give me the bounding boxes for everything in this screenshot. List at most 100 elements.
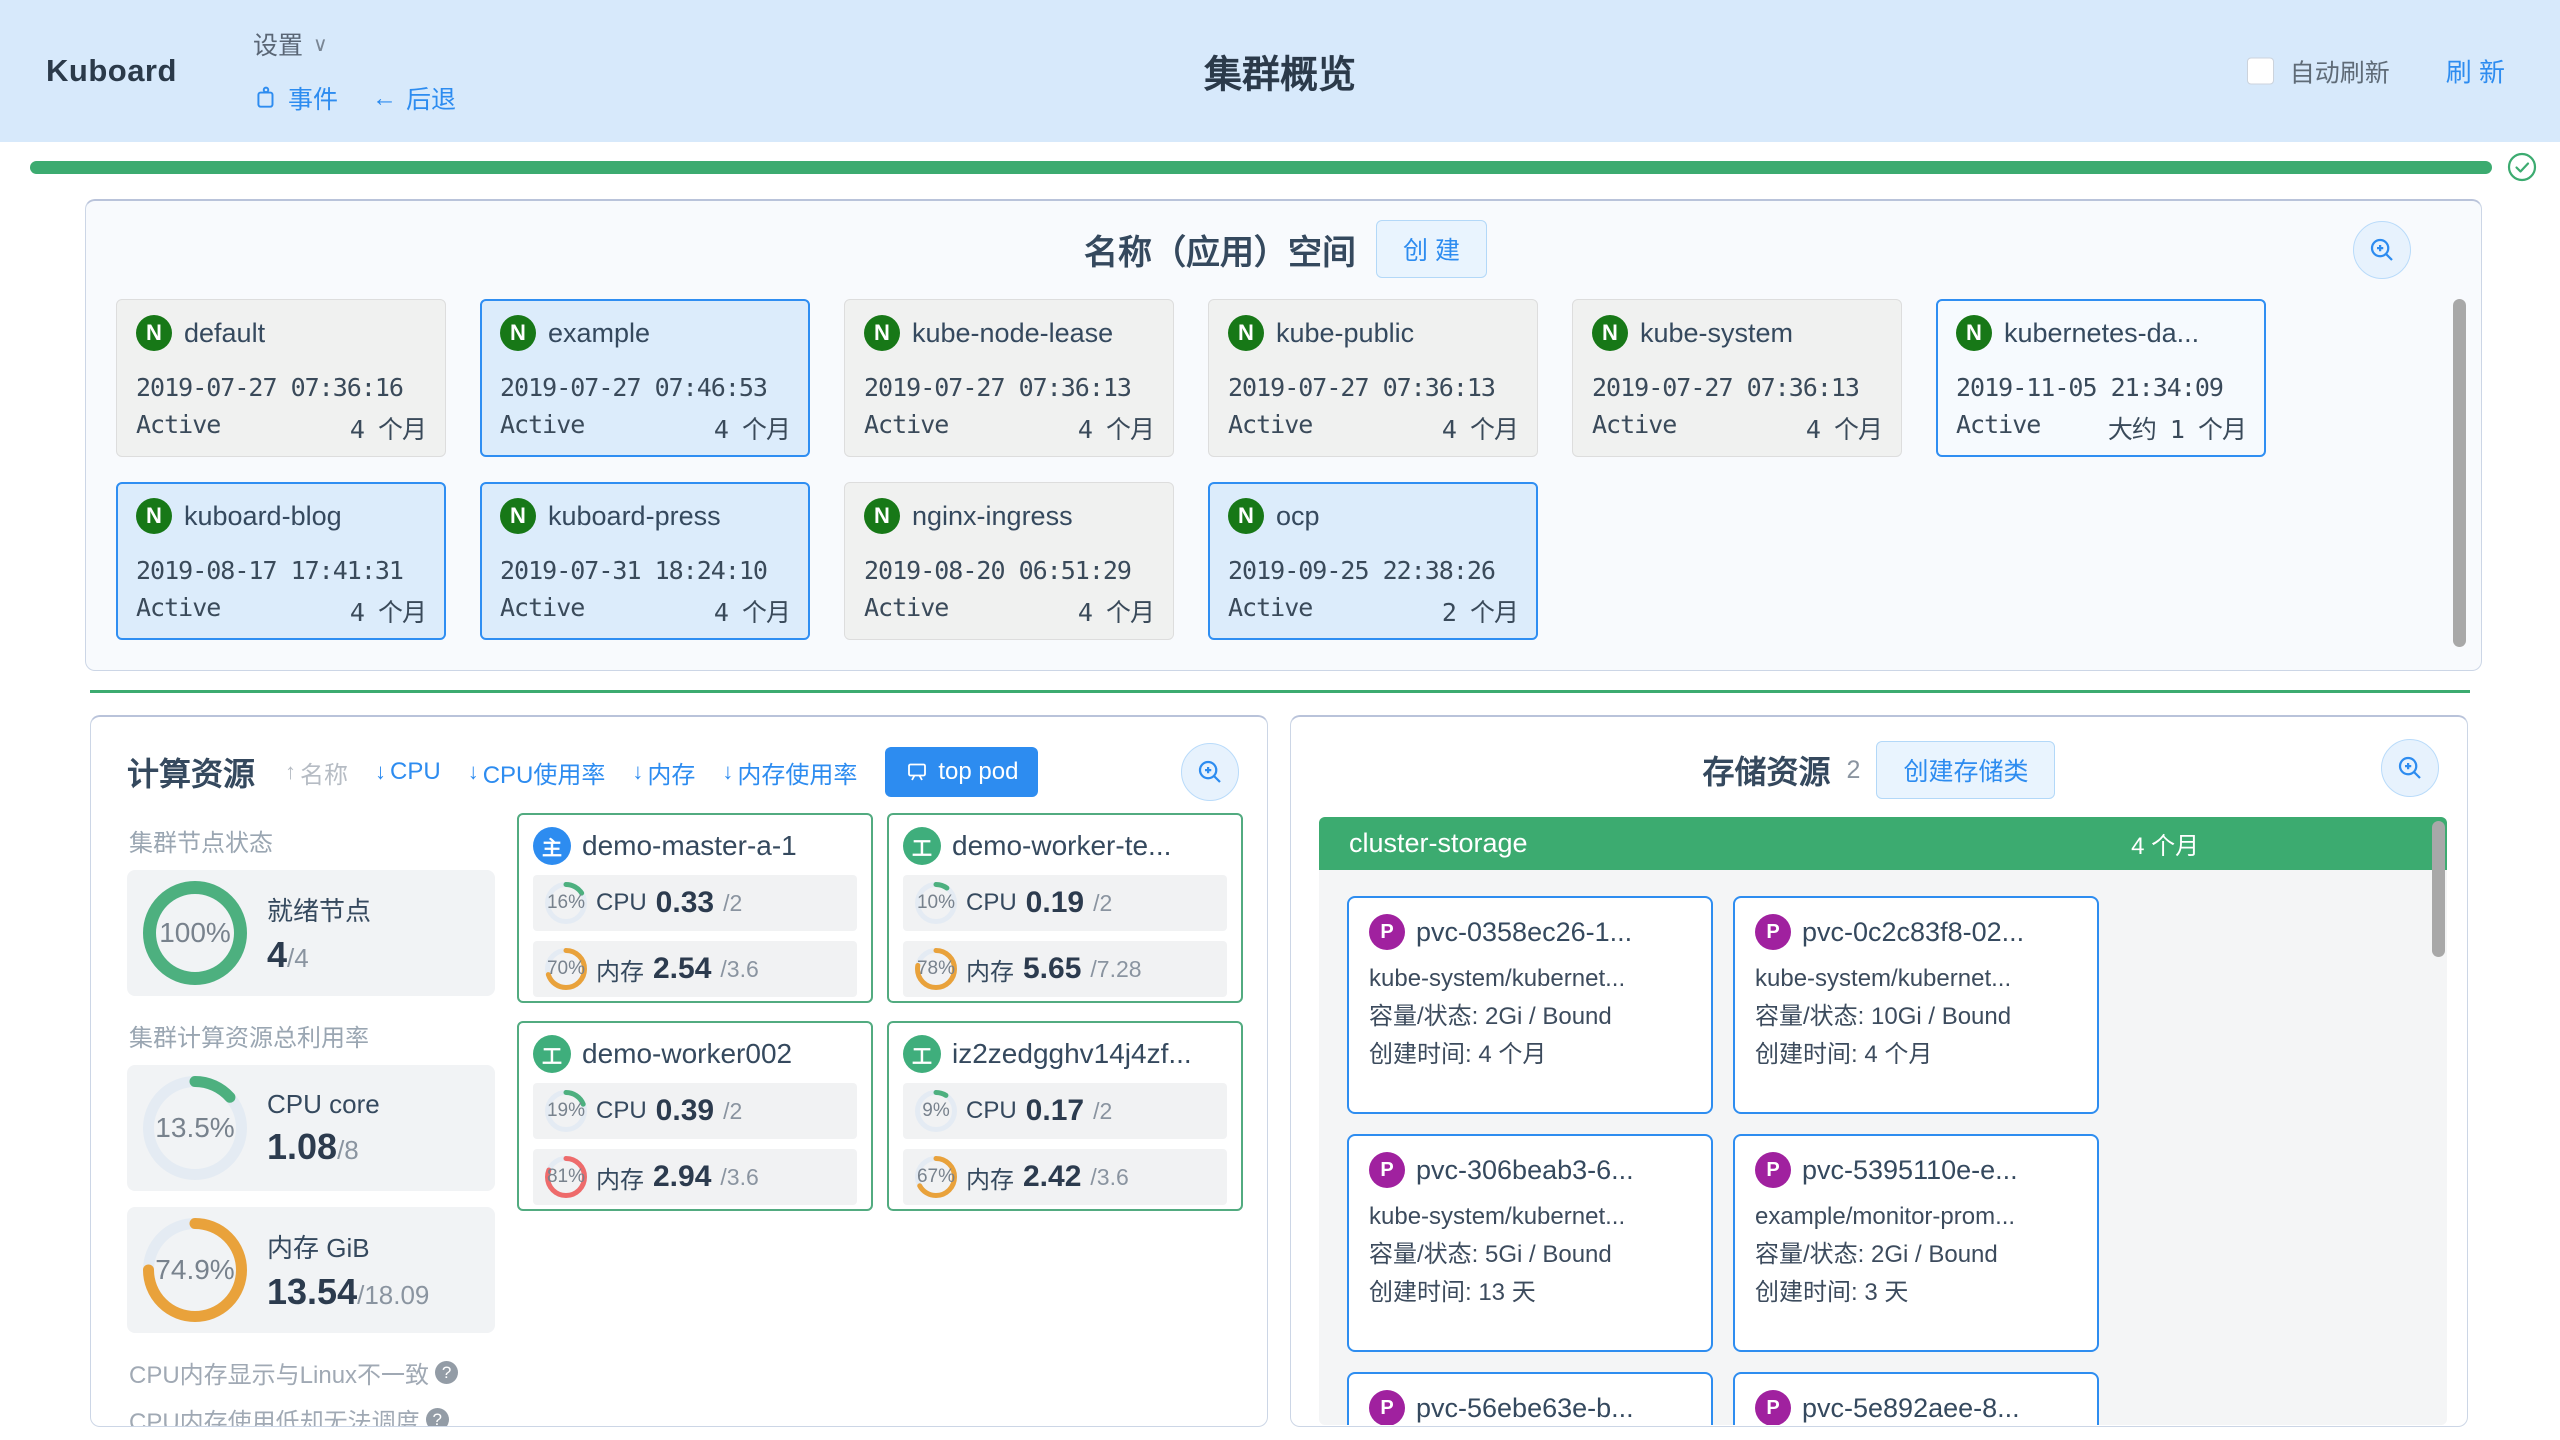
storage-scrollbar[interactable] <box>2432 821 2445 957</box>
events-link[interactable]: 事件 <box>253 80 338 116</box>
node-cpu-label: CPU <box>596 889 647 917</box>
namespace-card[interactable]: N nginx-ingress 2019-08-20 06:51:29 Acti… <box>844 482 1174 640</box>
namespaces-panel: 名称（应用）空间 创 建 N default 2019-07-27 07:36:… <box>85 199 2482 671</box>
ready-pct: 100% <box>159 917 231 949</box>
sort-label: CPU使用率 <box>483 755 606 790</box>
node-memory-total: /3.6 <box>720 1164 758 1191</box>
namespace-status: Active <box>1228 410 1312 446</box>
settings-label: 设置 <box>253 26 303 62</box>
node-cpu-value: 0.17 <box>1026 1094 1084 1128</box>
pvc-card[interactable]: P pvc-5e892aee-8... example/monitor-prom… <box>1733 1372 2099 1425</box>
node-memory-value: 2.42 <box>1023 1160 1081 1194</box>
worker-node-icon: 工 <box>903 827 941 865</box>
namespace-age: 4 个月 <box>1078 593 1154 629</box>
node-cpu-label: CPU <box>596 1097 647 1125</box>
node-memory-pct: 81% <box>547 1166 585 1188</box>
namespace-card[interactable]: N default 2019-07-27 07:36:16 Active 4 个… <box>116 299 446 457</box>
pvc-icon: P <box>1755 1152 1791 1188</box>
footnote-link[interactable]: CPU内存显示与Linux不一致 ? <box>129 1355 495 1390</box>
sort-by-memory[interactable]: ↓ 内存 <box>632 755 695 790</box>
storage-zoom-button[interactable] <box>2381 739 2439 797</box>
namespace-icon: N <box>500 498 536 534</box>
namespace-name: nginx-ingress <box>912 501 1073 532</box>
namespace-icon: N <box>864 498 900 534</box>
namespace-status: Active <box>136 593 220 629</box>
pvc-icon: P <box>1369 1390 1405 1425</box>
page-title: 集群概览 <box>1204 44 1356 99</box>
utilization-label: 集群计算资源总利用率 <box>129 1018 495 1053</box>
namespace-card[interactable]: N kuboard-press 2019-07-31 18:24:10 Acti… <box>480 482 810 640</box>
node-name: demo-worker-te... <box>952 830 1171 862</box>
node-cpu-ring: 16% <box>545 882 587 924</box>
namespace-status: Active <box>500 410 584 446</box>
sort-by-memory-usage[interactable]: ↓ 内存使用率 <box>722 755 857 790</box>
ready-value: 4 <box>267 934 287 975</box>
footnote-text: CPU内存显示与Linux不一致 <box>129 1355 429 1390</box>
pvc-card[interactable]: P pvc-306beab3-6... kube-system/kubernet… <box>1347 1134 1713 1352</box>
create-namespace-button[interactable]: 创 建 <box>1376 220 1487 278</box>
namespaces-scrollbar[interactable] <box>2453 299 2466 647</box>
namespace-icon: N <box>864 315 900 351</box>
storage-class-age: 4 个月 <box>2131 826 2199 861</box>
compute-zoom-button[interactable] <box>1181 743 1239 801</box>
sort-by-name[interactable]: ↑ 名称 <box>285 755 348 790</box>
node-card[interactable]: 工 iz2zedgghv14j4zf... 9% CPU 0.17 /2 67% <box>887 1021 1243 1211</box>
back-link[interactable]: ← 后退 <box>372 80 456 116</box>
namespace-icon: N <box>1228 315 1264 351</box>
node-memory-stat: 78% 内存 5.65 /7.28 <box>903 941 1227 997</box>
node-card[interactable]: 工 demo-worker002 19% CPU 0.39 /2 81% <box>517 1021 873 1211</box>
refresh-button[interactable]: 刷 新 <box>2446 53 2505 90</box>
pvc-card[interactable]: P pvc-56ebe63e-b... kube-system/kubernet… <box>1347 1372 1713 1425</box>
storage-class-name: cluster-storage <box>1319 828 1528 859</box>
sort-by-cpu[interactable]: ↓ CPU <box>375 758 441 786</box>
namespace-card[interactable]: N example 2019-07-27 07:46:53 Active 4 个… <box>480 299 810 457</box>
namespace-card[interactable]: N kube-node-lease 2019-07-27 07:36:13 Ac… <box>844 299 1174 457</box>
worker-node-icon: 工 <box>533 1035 571 1073</box>
namespace-card[interactable]: N kubernetes-da... 2019-11-05 21:34:09 A… <box>1936 299 2266 457</box>
namespace-name: kube-system <box>1640 318 1793 349</box>
pvc-card[interactable]: P pvc-5395110e-e... example/monitor-prom… <box>1733 1134 2099 1352</box>
node-memory-ring: 67% <box>915 1156 957 1198</box>
pvc-card[interactable]: P pvc-0c2c83f8-02... kube-system/kuberne… <box>1733 896 2099 1114</box>
namespace-card[interactable]: N ocp 2019-09-25 22:38:26 Active 2 个月 <box>1208 482 1538 640</box>
storage-class-header[interactable]: cluster-storage 4 个月 <box>1319 817 2447 870</box>
namespace-name: default <box>184 318 265 349</box>
top-pod-button[interactable]: top pod <box>885 747 1038 797</box>
node-card[interactable]: 工 demo-worker-te... 10% CPU 0.19 /2 78% <box>887 813 1243 1003</box>
namespace-name: example <box>548 318 650 349</box>
pvc-ref: kube-system/kubernet... <box>1369 960 1691 998</box>
namespace-card[interactable]: N kuboard-blog 2019-08-17 17:41:31 Activ… <box>116 482 446 640</box>
namespace-status: Active <box>500 593 584 629</box>
node-cpu-total: /2 <box>723 1098 742 1125</box>
namespace-card[interactable]: N kube-system 2019-07-27 07:36:13 Active… <box>1572 299 1902 457</box>
pvc-created: 创建时间: 4 个月 <box>1369 1036 1691 1074</box>
namespace-created: 2019-11-05 21:34:09 <box>1956 373 2246 402</box>
sort-by-cpu-usage[interactable]: ↓ CPU使用率 <box>468 755 606 790</box>
create-storage-class-button[interactable]: 创建存储类 <box>1876 741 2055 799</box>
node-cpu-label: CPU <box>966 889 1017 917</box>
namespace-age: 4 个月 <box>714 410 790 446</box>
pvc-card[interactable]: P pvc-0358ec26-1... kube-system/kubernet… <box>1347 896 1713 1114</box>
board-icon <box>905 760 929 784</box>
namespace-name: kubernetes-da... <box>2004 318 2199 349</box>
ready-nodes-card: 100% 就绪节点 4/4 <box>127 870 495 996</box>
pvc-capacity: 容量/状态: 2Gi / Bound <box>1369 998 1691 1036</box>
node-card[interactable]: 主 demo-master-a-1 16% CPU 0.33 /2 70% <box>517 813 873 1003</box>
node-memory-stat: 81% 内存 2.94 /3.6 <box>533 1149 857 1205</box>
node-cpu-stat: 10% CPU 0.19 /2 <box>903 875 1227 931</box>
namespace-card[interactable]: N kube-public 2019-07-27 07:36:13 Active… <box>1208 299 1538 457</box>
namespace-status: Active <box>136 410 220 446</box>
settings-menu[interactable]: 设置 ∨ <box>253 26 456 62</box>
namespace-icon: N <box>136 315 172 351</box>
app-logo: Kuboard <box>46 53 177 89</box>
section-divider <box>90 690 2470 693</box>
auto-refresh-checkbox[interactable] <box>2247 58 2274 85</box>
pvc-icon: P <box>1755 1390 1791 1425</box>
namespaces-zoom-button[interactable] <box>2353 221 2411 279</box>
events-label: 事件 <box>288 80 338 116</box>
sort-asc-icon: ↑ <box>285 759 296 785</box>
compute-title: 计算资源 <box>127 749 255 795</box>
footnote-link[interactable]: CPU内存使用低却无法调度 ? <box>129 1402 495 1427</box>
help-icon: ? <box>426 1408 449 1427</box>
namespace-age: 4 个月 <box>350 410 426 446</box>
